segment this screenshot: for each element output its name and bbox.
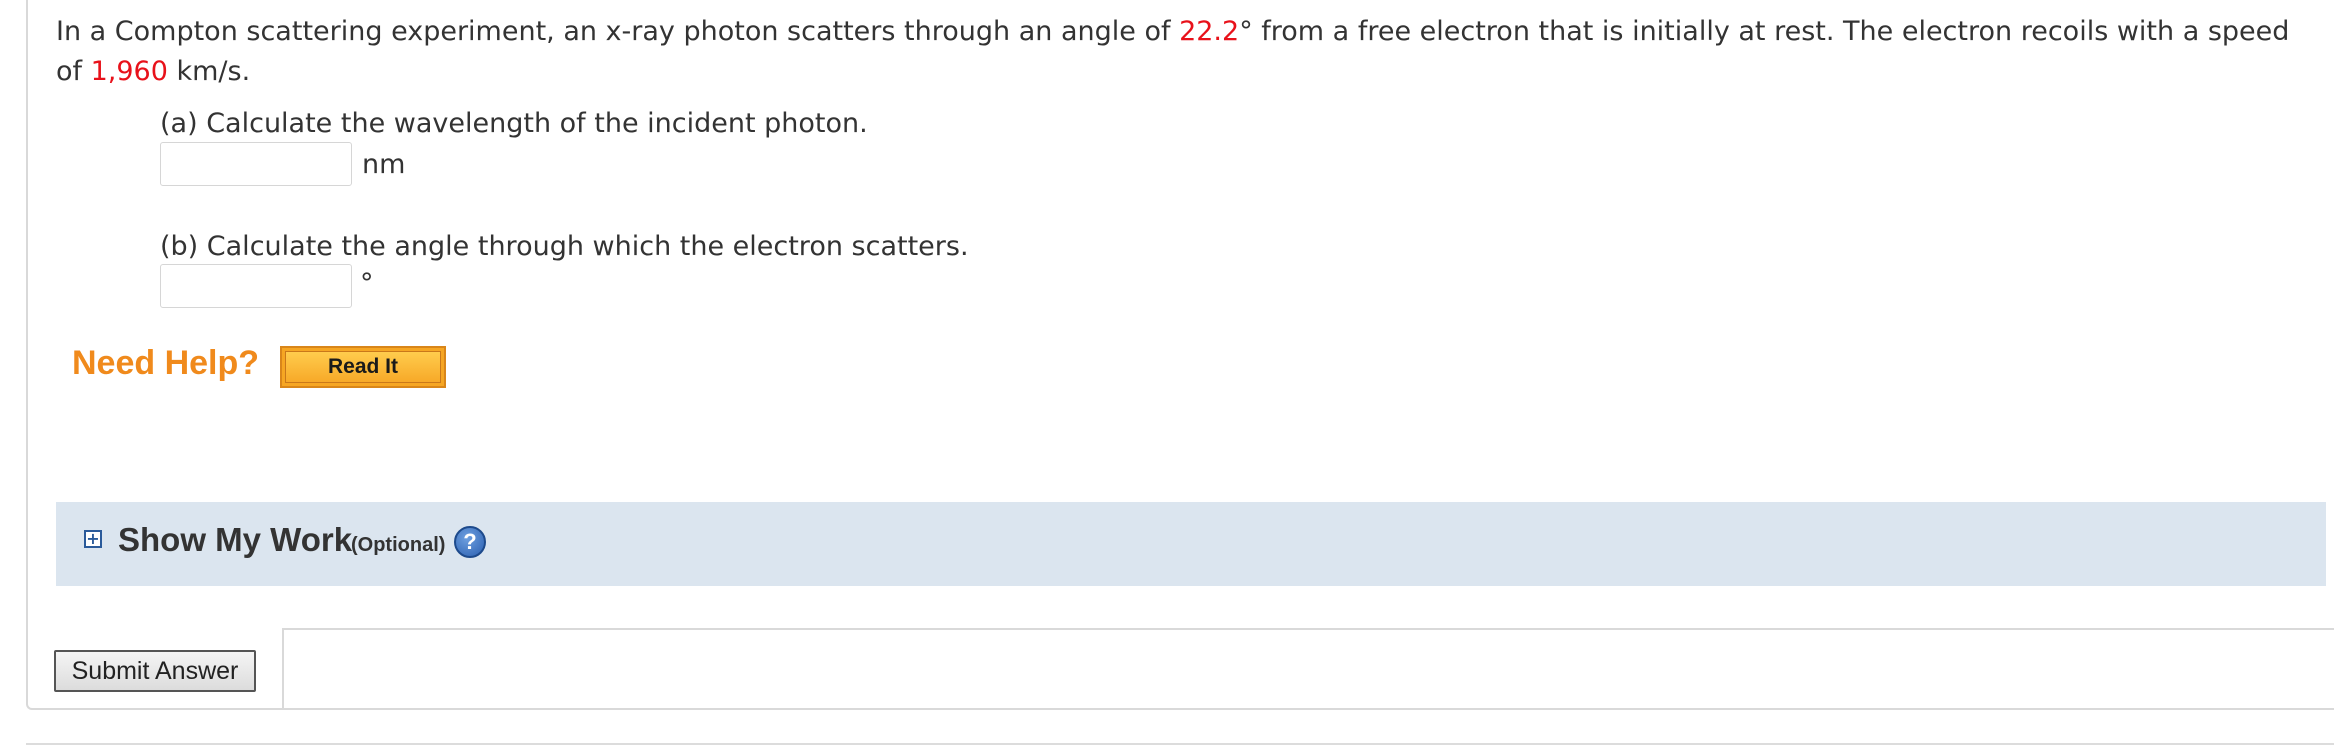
show-my-work-optional: (Optional)	[351, 534, 446, 556]
show-my-work-title[interactable]: Show My Work	[118, 521, 352, 559]
part-a-unit: nm	[362, 149, 406, 180]
submit-answer-button[interactable]: Submit Answer	[54, 650, 256, 692]
expand-plus-icon[interactable]: +	[84, 530, 102, 548]
help-question-icon[interactable]: ?	[454, 526, 486, 558]
question-text: In a Compton scattering experiment, an x…	[56, 12, 2296, 92]
question-text-part-1: In a Compton scattering experiment, an x…	[56, 16, 1180, 47]
need-help-label: Need Help?	[72, 344, 260, 382]
read-it-label: Read It	[285, 351, 441, 383]
part-b-answer-input[interactable]	[160, 264, 352, 308]
read-it-button[interactable]: Read It	[280, 346, 446, 388]
part-a-label: (a) Calculate the wavelength of the inci…	[160, 108, 868, 139]
given-angle-value: 22.2	[1179, 16, 1240, 47]
part-b-unit: °	[360, 268, 374, 299]
question-text-part-3: km/s.	[167, 56, 251, 87]
part-a-answer-input[interactable]	[160, 142, 352, 186]
page-divider	[26, 743, 2334, 745]
submit-divider	[284, 628, 2334, 630]
part-b-label: (b) Calculate the angle through which th…	[160, 231, 969, 262]
given-speed-value: 1,960	[90, 56, 168, 87]
show-my-work-panel: + Show My Work (Optional) ?	[56, 502, 2326, 586]
